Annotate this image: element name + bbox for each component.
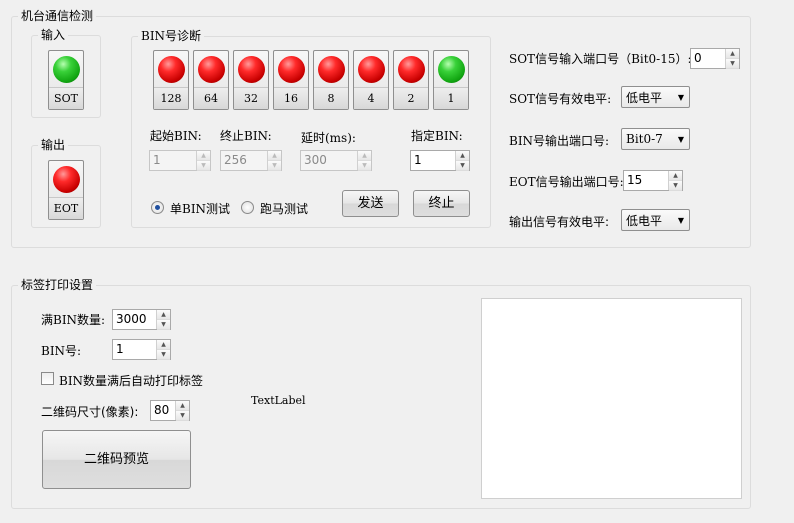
bin-lamp-label: 64	[194, 87, 228, 109]
sot-lamp-label: SOT	[49, 87, 83, 109]
specified-bin-label: 指定BIN:	[411, 129, 463, 143]
eot-lamp-label: EOT	[49, 197, 83, 219]
start-bin-label: 起始BIN:	[150, 129, 202, 143]
full-bin-label: 满BIN数量:	[41, 313, 106, 327]
end-bin-label: 终止BIN:	[220, 129, 272, 143]
bin-lamp-icon	[238, 56, 265, 83]
spin-up-icon[interactable]: ▲	[197, 151, 210, 161]
spin-down-icon[interactable]: ▼	[268, 161, 281, 171]
sot-port-spinbox[interactable]: 0 ▲ ▼	[690, 48, 740, 69]
run-test-radio[interactable]	[241, 201, 254, 214]
bin-lamp-label: 32	[234, 87, 268, 109]
specified-bin-spinbox[interactable]: 1 ▲ ▼	[410, 150, 470, 171]
spin-down-icon[interactable]: ▼	[358, 161, 371, 171]
chevron-down-icon: ▼	[677, 215, 685, 225]
qr-size-spinbox[interactable]: 80 ▲ ▼	[150, 400, 190, 421]
sot-lamp-icon	[53, 56, 80, 83]
start-bin-spinbox[interactable]: 1 ▲ ▼	[149, 150, 211, 171]
qr-preview-button[interactable]: 二维码预览	[42, 430, 191, 489]
sot-level-label: SOT信号有效电平:	[509, 92, 612, 106]
spin-down-icon[interactable]: ▼	[176, 411, 189, 421]
bin-no-spinbox[interactable]: 1 ▲ ▼	[112, 339, 171, 360]
bin-lamp-icon	[278, 56, 305, 83]
bin-lamp-button[interactable]: 64	[193, 50, 229, 110]
bin-lamp-icon	[318, 56, 345, 83]
input-title: 输入	[38, 28, 69, 42]
sot-port-label: SOT信号输入端口号（Bit0-15）:	[509, 52, 692, 66]
spin-up-icon[interactable]: ▲	[669, 171, 682, 181]
auto-print-label[interactable]: BIN数量满后自动打印标签	[59, 372, 203, 389]
spin-down-icon[interactable]: ▼	[157, 320, 170, 330]
bin-no-label: BIN号:	[41, 344, 82, 358]
machine-comm-title: 机台通信检测	[18, 9, 97, 23]
chevron-down-icon: ▼	[677, 92, 685, 102]
spin-down-icon[interactable]: ▼	[726, 59, 739, 69]
eot-port-label: EOT信号输出端口号:	[509, 175, 624, 189]
spin-up-icon[interactable]: ▲	[157, 340, 170, 350]
spin-down-icon[interactable]: ▼	[157, 350, 170, 360]
bin-lamp-label: 1	[434, 87, 468, 109]
eot-port-spinbox[interactable]: 15 ▲ ▼	[623, 170, 683, 191]
bin-lamp-button[interactable]: 128	[153, 50, 189, 110]
bin-lamp-label: 4	[354, 87, 388, 109]
sot-lamp-button[interactable]: SOT	[48, 50, 84, 110]
spin-up-icon[interactable]: ▲	[456, 151, 469, 161]
run-test-radio-label[interactable]: 跑马测试	[260, 200, 308, 217]
bin-lamp-icon	[358, 56, 385, 83]
eot-lamp-button[interactable]: EOT	[48, 160, 84, 220]
bin-port-dropdown[interactable]: Bit0-7 ▼	[621, 128, 690, 150]
bin-lamp-button[interactable]: 2	[393, 50, 429, 110]
bin-lamp-icon	[158, 56, 185, 83]
bin-lamp-button[interactable]: 8	[313, 50, 349, 110]
bin-lamp-button[interactable]: 32	[233, 50, 269, 110]
bin-diag-title: BIN号诊断	[138, 29, 205, 43]
output-title: 输出	[38, 138, 69, 152]
bin-lamp-button[interactable]: 4	[353, 50, 389, 110]
spin-down-icon[interactable]: ▼	[197, 161, 210, 171]
bin-lamp-label: 2	[394, 87, 428, 109]
spin-up-icon[interactable]: ▲	[358, 151, 371, 161]
spin-up-icon[interactable]: ▲	[268, 151, 281, 161]
qr-preview-area	[481, 298, 742, 499]
stop-button[interactable]: 终止	[413, 190, 470, 217]
single-bin-radio[interactable]	[151, 201, 164, 214]
bin-lamp-label: 128	[154, 87, 188, 109]
spin-down-icon[interactable]: ▼	[669, 181, 682, 191]
qr-size-label: 二维码尺寸(像素):	[41, 405, 139, 419]
eot-lamp-icon	[53, 166, 80, 193]
spin-up-icon[interactable]: ▲	[157, 310, 170, 320]
label-print-title: 标签打印设置	[18, 278, 97, 292]
output-level-dropdown[interactable]: 低电平 ▼	[621, 209, 690, 231]
delay-spinbox[interactable]: 300 ▲ ▼	[300, 150, 372, 171]
bin-lamp-icon	[198, 56, 225, 83]
chevron-down-icon: ▼	[677, 134, 685, 144]
bin-port-label: BIN号输出端口号:	[509, 134, 610, 148]
bin-lamp-icon	[438, 56, 465, 83]
end-bin-spinbox[interactable]: 256 ▲ ▼	[220, 150, 282, 171]
auto-print-checkbox[interactable]	[41, 372, 54, 385]
bin-lamp-label: 16	[274, 87, 308, 109]
bin-lamp-icon	[398, 56, 425, 83]
text-label: TextLabel	[251, 394, 306, 407]
send-button[interactable]: 发送	[342, 190, 399, 217]
full-bin-spinbox[interactable]: 3000 ▲ ▼	[112, 309, 171, 330]
sot-level-dropdown[interactable]: 低电平 ▼	[621, 86, 690, 108]
delay-label: 延时(ms):	[301, 131, 356, 145]
bin-lamp-button[interactable]: 1	[433, 50, 469, 110]
spin-down-icon[interactable]: ▼	[456, 161, 469, 171]
output-level-label: 输出信号有效电平:	[509, 215, 610, 229]
spin-up-icon[interactable]: ▲	[726, 49, 739, 59]
bin-lamp-label: 8	[314, 87, 348, 109]
spin-up-icon[interactable]: ▲	[176, 401, 189, 411]
single-bin-radio-label[interactable]: 单BIN测试	[170, 200, 230, 217]
bin-lamp-button[interactable]: 16	[273, 50, 309, 110]
